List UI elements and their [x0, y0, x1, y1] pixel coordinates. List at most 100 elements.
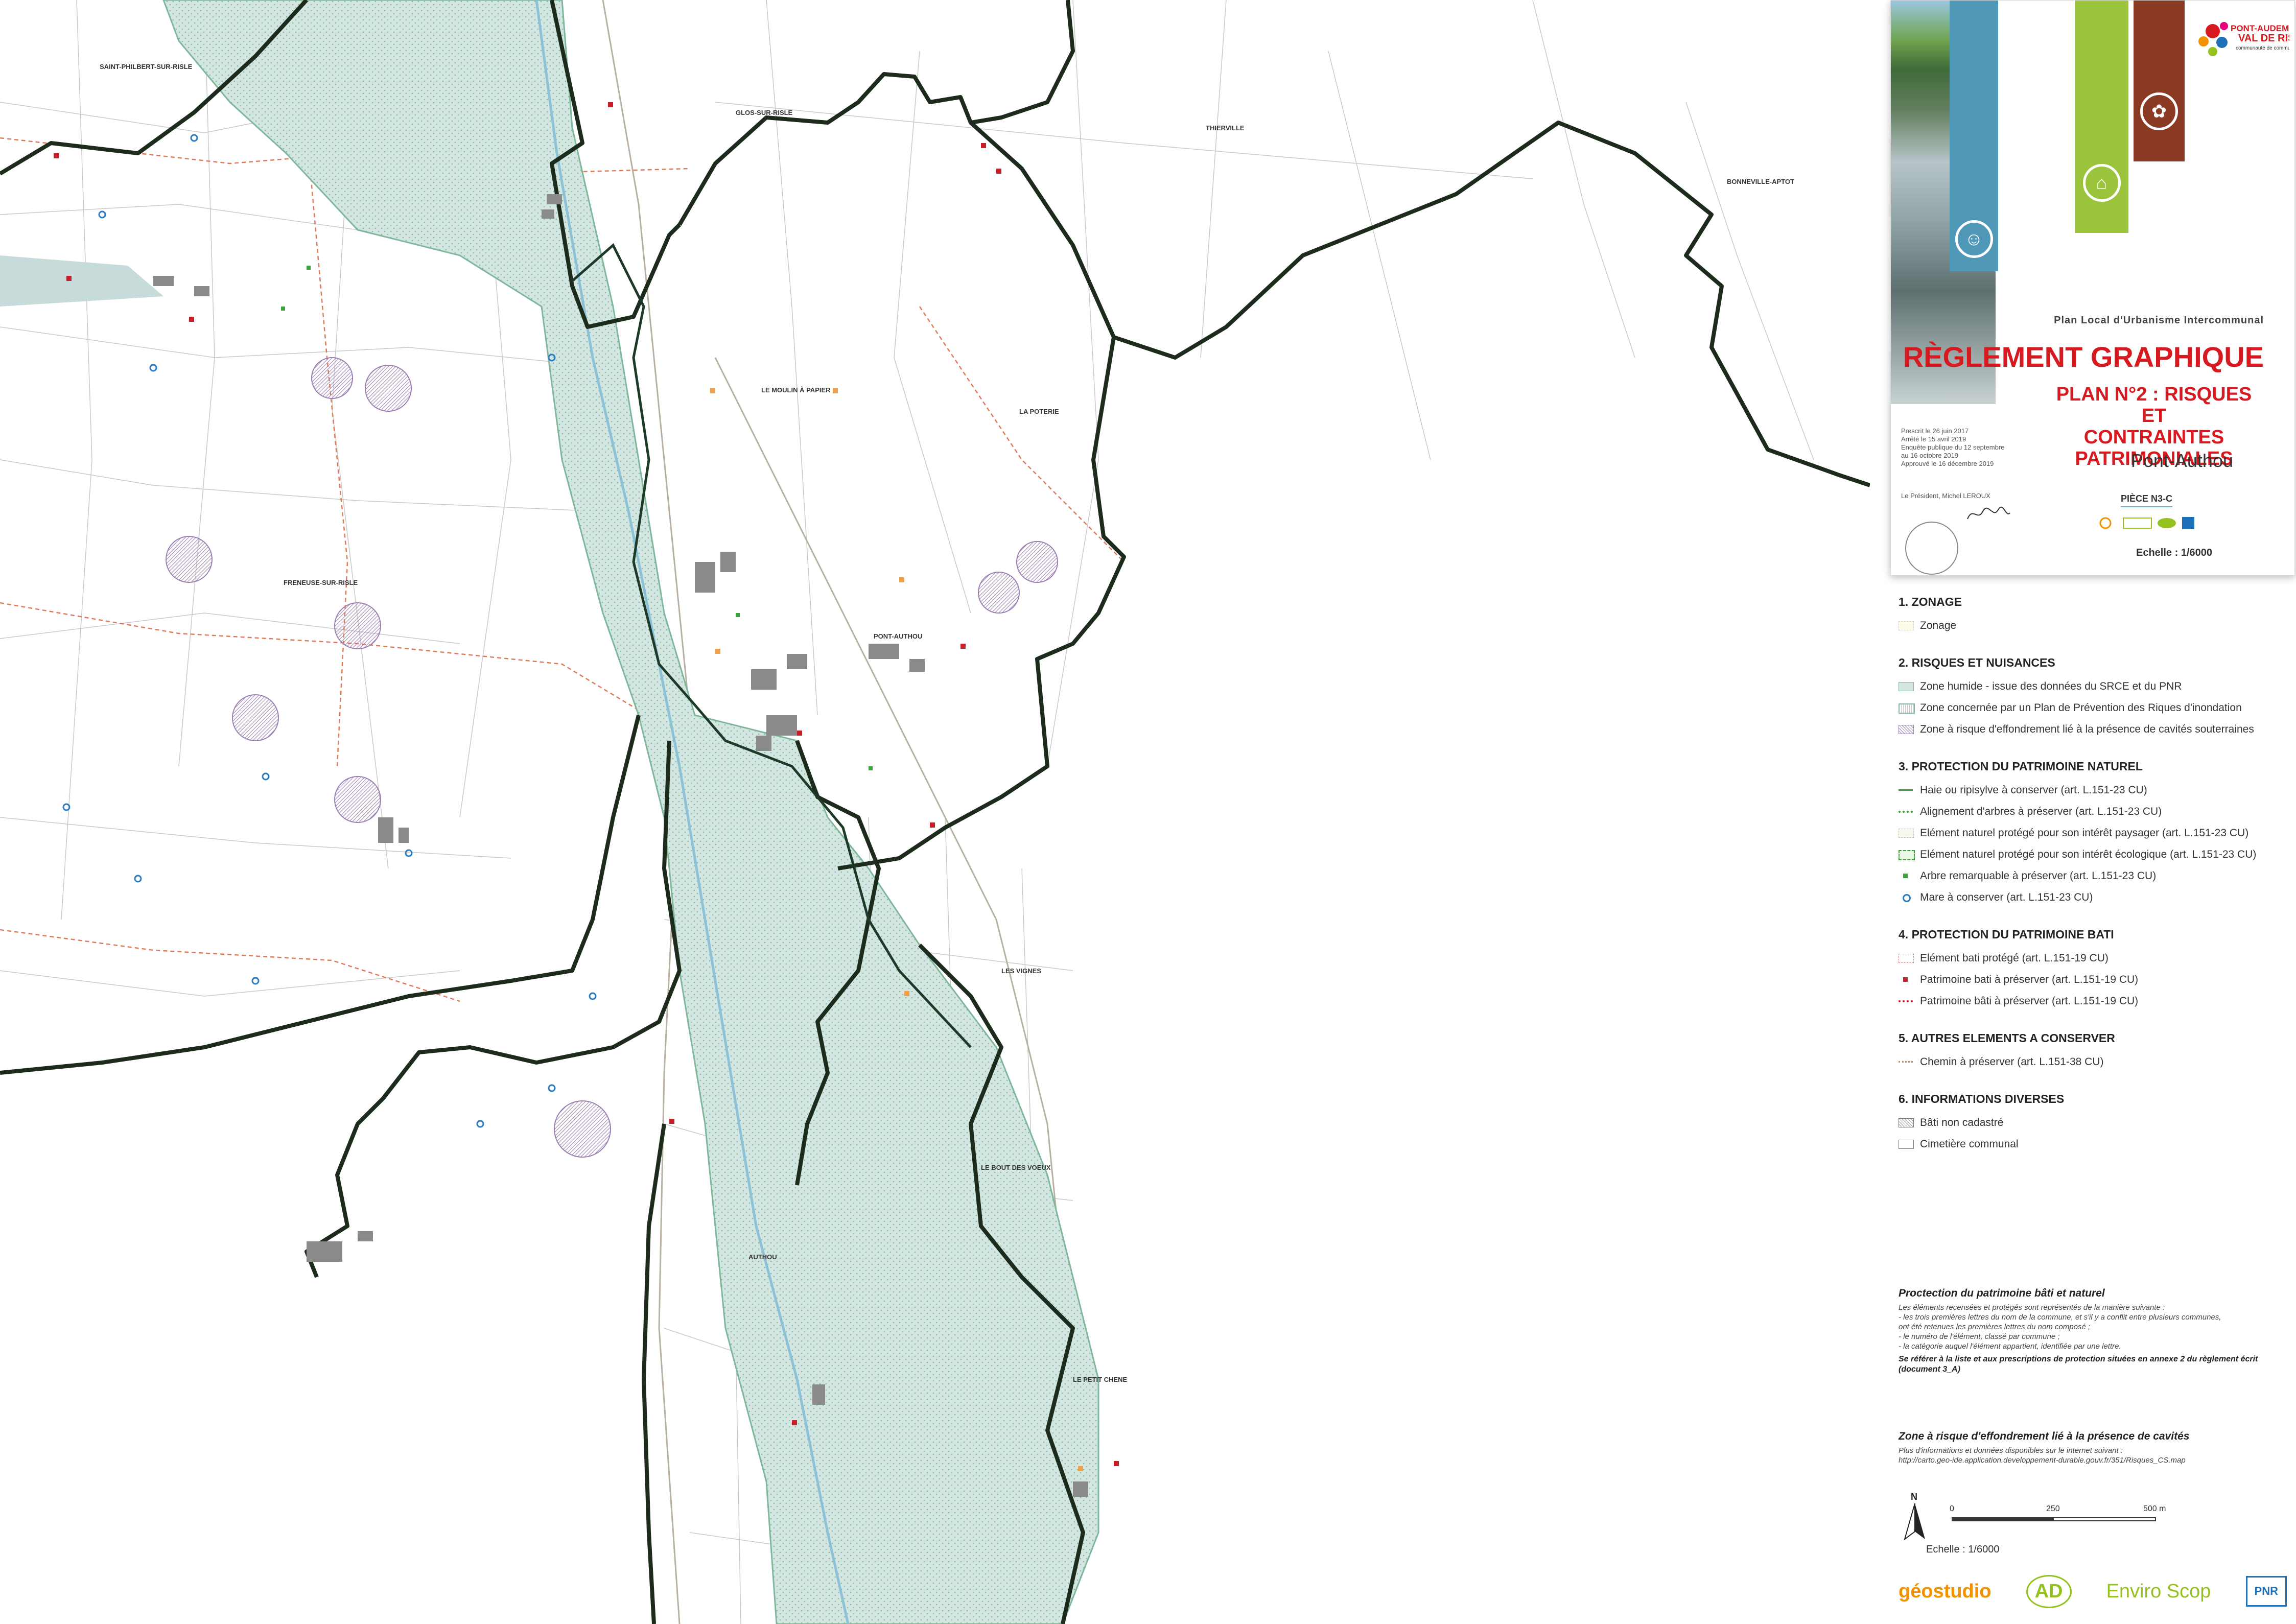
notes2-heading: Zone à risque d'effondrement lié à la pr… — [1899, 1430, 2190, 1442]
partner-logos: géostudio AD Enviro Scop PNR — [1899, 1571, 2287, 1612]
legend-item-label: Patrimoine bâti à préserver (art. L.151-… — [1920, 995, 2139, 1007]
legend-item: Elément naturel protégé pour son intérêt… — [1899, 844, 2287, 865]
legend-item: Bâti non cadastré — [1899, 1112, 2287, 1134]
map-svg: SAINT-PHILBERT-SUR-RISLE GLOS-SUR-RISLE … — [0, 0, 1870, 1624]
scale-text: Echelle : 1/6000 — [1926, 1544, 2000, 1555]
notes-cavites: Zone à risque d'effondrement lié à la pr… — [1899, 1430, 2277, 1465]
legend-symbol-icon — [1899, 621, 1914, 630]
legend-symbol-icon — [1899, 682, 1914, 691]
legend-section: 3. PROTECTION DU PATRIMOINE NATUREL Haie … — [1899, 760, 2287, 908]
title-scale: Echelle : 1/6000 — [2136, 547, 2212, 558]
president: Le Président, Michel LEROUX — [1901, 492, 1990, 500]
legend-item-label: Alignement d'arbres à préserver (art. L.… — [1920, 806, 2162, 817]
legend-symbol-icon — [1899, 1057, 1914, 1067]
place-label: LES VIGNES — [1001, 967, 1041, 975]
legend-item-label: Elément naturel protégé pour son intérêt… — [1920, 849, 2257, 860]
legend-section: 6. INFORMATIONS DIVERSES Bâti non cadastr… — [1899, 1092, 2287, 1155]
legend-item: Patrimoine bâti à préserver (art. L.151-… — [1899, 991, 2287, 1012]
legend-item-label: Chemin à préserver (art. L.151-38 CU) — [1920, 1056, 2104, 1068]
legend-item: Zone humide - issue des données du SRCE … — [1899, 676, 2287, 697]
date-line: Approuvé le 16 décembre 2019 — [1901, 460, 1994, 467]
procedure-dates: Prescrit le 26 juin 2017 Arrêté le 15 av… — [1901, 427, 2013, 468]
legend-section-title: 5. AUTRES ELEMENTS A CONSERVER — [1899, 1031, 2115, 1045]
legend: 1. ZONAGE Zonage 2. RISQUES ET NUISANCES Zo… — [1899, 595, 2287, 1155]
legend-item-label: Elément naturel protégé pour son intérêt… — [1920, 827, 2249, 839]
legend-item: Chemin à préserver (art. L.151-38 CU) — [1899, 1051, 2287, 1073]
legend-section: 4. PROTECTION DU PATRIMOINE BATI Elément … — [1899, 928, 2287, 1012]
legend-item: Elément naturel protégé pour son intérêt… — [1899, 822, 2287, 844]
legend-item: Patrimoine bati à préserver (art. L.151-… — [1899, 969, 2287, 991]
legend-item-label: Arbre remarquable à préserver (art. L.15… — [1920, 870, 2157, 882]
legend-symbol-icon — [1899, 872, 1914, 881]
title-block: ☺ ⌂ ✿ PONT-AUDEMER VAL DE RISLE communau… — [1890, 0, 2296, 576]
legend-item-label: Zone à risque d'effondrement lié à la pr… — [1920, 723, 2254, 735]
ribbon-green: ⌂ — [2075, 1, 2128, 233]
date-line: Enquête publique du 12 septembre — [1901, 443, 2005, 451]
legend-symbol-icon — [1899, 725, 1914, 734]
logo-sub: communauté de communes — [2236, 45, 2289, 51]
north-arrow-icon: N — [1904, 1492, 1925, 1541]
note-line: - les trois premières lettres du nom de … — [1899, 1313, 2221, 1322]
note-line: - la catégorie auquel l'élément appartie… — [1899, 1342, 2121, 1351]
legend-symbol-icon — [1899, 703, 1915, 714]
notes-heading: Proctection du patrimoine bâti et nature… — [1899, 1287, 2105, 1299]
side-panel: ☺ ⌂ ✿ PONT-AUDEMER VAL DE RISLE communau… — [1870, 0, 2296, 1624]
piece-number: PIÈCE N3-C — [2121, 493, 2173, 507]
place-label: LE BOUT DES VOEUX — [981, 1164, 1051, 1171]
ribbon-blue: ☺ — [1950, 1, 1998, 271]
notes-reference: Se référer à la liste et aux prescriptio… — [1899, 1355, 2258, 1374]
legend-item-label: Elément bati protégé (art. L.151-19 CU) — [1920, 952, 2108, 964]
pont-audemer-logo: PONT-AUDEMER VAL DE RISLE communauté de … — [2192, 11, 2296, 87]
plan-type: Plan Local d'Urbanisme Intercommunal — [2054, 315, 2264, 326]
legend-symbol-icon — [1899, 893, 1914, 902]
legend-symbol-icon — [1899, 997, 1914, 1006]
legend-item: Elément bati protégé (art. L.151-19 CU) — [1899, 948, 2287, 969]
place-label: THIERVILLE — [1206, 124, 1245, 132]
legend-item: Zone concernée par un Plan de Prévention… — [1899, 697, 2287, 719]
legend-item: Cimetière communal — [1899, 1134, 2287, 1155]
legend-section: 1. ZONAGE Zonage — [1899, 595, 2287, 637]
legend-item-label: Zone humide - issue des données du SRCE … — [1920, 680, 2182, 692]
plant-hand-icon: ✿ — [2140, 92, 2178, 130]
place-label: SAINT-PHILBERT-SUR-RISLE — [100, 63, 193, 70]
legend-item: Haie ou ripisylve à conserver (art. L.15… — [1899, 780, 2287, 801]
place-label: LE PETIT CHENE — [1073, 1376, 1128, 1383]
commune-name: Pont-Authou — [2130, 450, 2233, 471]
enviroscop-logo: Enviro Scop — [2106, 1580, 2211, 1602]
legend-symbol-icon — [1899, 786, 1914, 795]
legend-section-title: 6. INFORMATIONS DIVERSES — [1899, 1092, 2065, 1105]
place-label: PONT-AUTHOU — [874, 632, 922, 640]
scale-tick: 500 m — [2143, 1504, 2166, 1513]
legend-item: Zonage — [1899, 615, 2287, 637]
legend-section-title: 3. PROTECTION DU PATRIMOINE NATUREL — [1899, 760, 2143, 773]
legend-symbol-icon — [1899, 954, 1914, 963]
scale-tick: 250 — [2046, 1504, 2060, 1513]
head-icon: ☺ — [1955, 220, 1993, 258]
place-label: GLOS-SUR-RISLE — [736, 109, 793, 116]
notes-patrimoine: Proctection du patrimoine bâti et nature… — [1899, 1287, 2277, 1375]
legend-item: Zone à risque d'effondrement lié à la pr… — [1899, 719, 2287, 740]
official-stamp — [1905, 522, 1958, 575]
map-canvas[interactable]: SAINT-PHILBERT-SUR-RISLE GLOS-SUR-RISLE … — [0, 0, 1870, 1624]
legend-section-title: 2. RISQUES ET NUISANCES — [1899, 656, 2055, 669]
legend-item-label: Mare à conserver (art. L.151-23 CU) — [1920, 891, 2093, 903]
legend-item-label: Cimetière communal — [1920, 1138, 2019, 1150]
note-line: Plus d'informations et données disponibl… — [1899, 1446, 2123, 1455]
legend-item-label: Zone concernée par un Plan de Prévention… — [1920, 702, 2242, 714]
legend-item-label: Haie ou ripisylve à conserver (art. L.15… — [1920, 784, 2147, 796]
partner-logos-small — [2099, 517, 2194, 529]
pnr-logo: PNR — [2245, 1576, 2287, 1607]
plan-line-1: PLAN N°2 : RISQUES ET — [2056, 384, 2252, 427]
ribbon-brown: ✿ — [2134, 1, 2185, 161]
legend-symbol-icon — [1899, 850, 1915, 860]
scale-bar: 0 250 500 m — [1950, 1504, 2166, 1535]
legend-section: 5. AUTRES ELEMENTS A CONSERVER Chemin à p… — [1899, 1031, 2287, 1073]
note-url[interactable]: http://carto.geo-ide.application.develop… — [1899, 1455, 2277, 1465]
note-line: Les éléments recensées et protégés sont … — [1899, 1303, 2165, 1312]
legend-item: Arbre remarquable à préserver (art. L.15… — [1899, 865, 2287, 887]
logo-name2: VAL DE RISLE — [2238, 33, 2289, 44]
legend-section-title: 1. ZONAGE — [1899, 595, 1962, 608]
legend-symbol-icon — [1899, 829, 1914, 838]
date-line: au 16 octobre 2019 — [1901, 452, 1959, 459]
legend-section-title: 4. PROTECTION DU PATRIMOINE BATI — [1899, 928, 2114, 941]
